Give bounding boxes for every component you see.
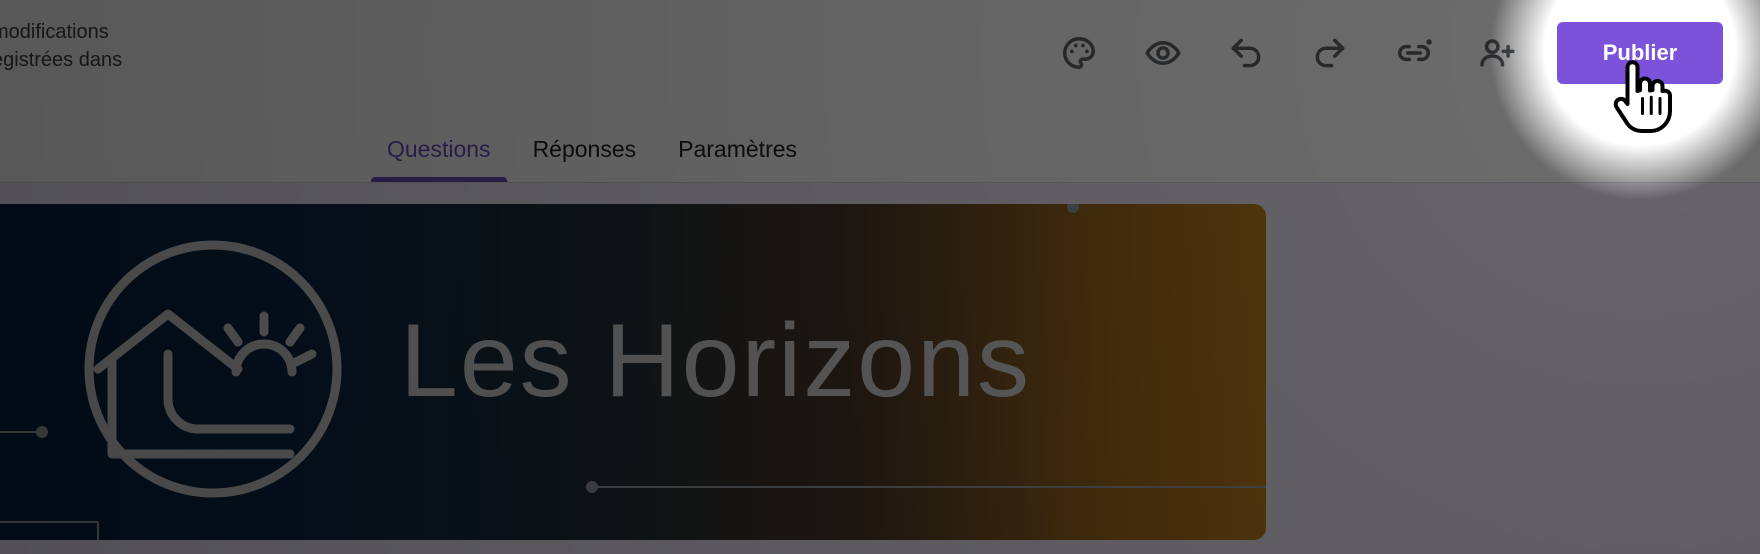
tab-bar: Questions Réponses Paramètres (371, 122, 823, 182)
palette-icon[interactable] (1056, 30, 1102, 76)
tab-settings[interactable]: Paramètres (662, 122, 813, 182)
banner-title: Les Horizons (400, 303, 1031, 419)
header-banner: Les Horizons (0, 204, 1266, 540)
tab-responses[interactable]: Réponses (517, 122, 653, 182)
save-status-line-1: modifications (0, 21, 109, 43)
link-icon[interactable] (1391, 30, 1437, 76)
redo-icon[interactable] (1307, 30, 1353, 76)
top-bar: modifications egistrées dans Publier Que… (0, 0, 1760, 183)
add-person-icon[interactable] (1474, 30, 1520, 76)
tab-questions[interactable]: Questions (371, 122, 507, 182)
undo-icon[interactable] (1223, 30, 1269, 76)
save-status-line-2: egistrées dans (0, 49, 123, 71)
eye-icon[interactable] (1140, 30, 1186, 76)
save-status: modifications egistrées dans (0, 18, 122, 74)
hand-cursor-icon (1613, 60, 1672, 133)
